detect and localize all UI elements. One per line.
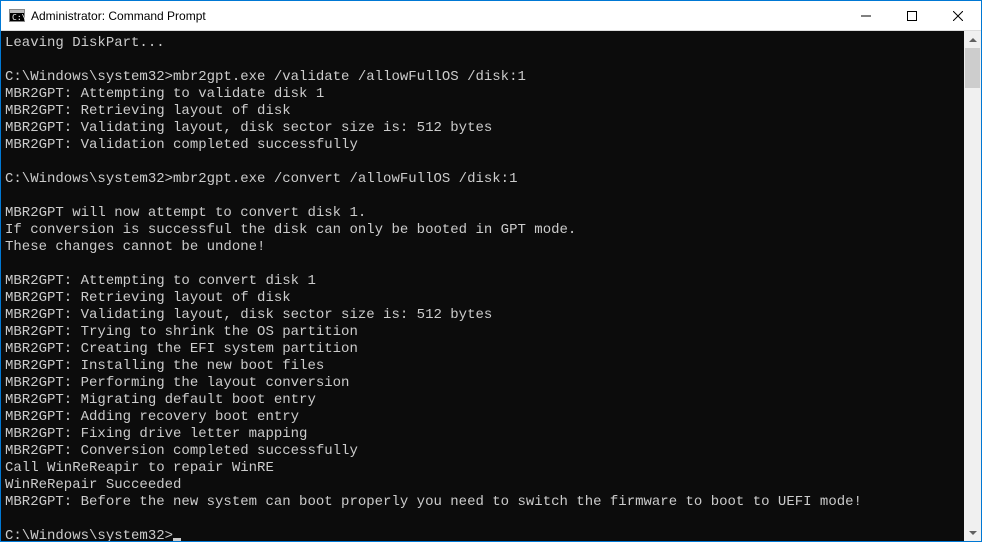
maximize-button[interactable] <box>889 1 935 30</box>
terminal-line: MBR2GPT: Adding recovery boot entry <box>5 409 964 426</box>
close-button[interactable] <box>935 1 981 30</box>
terminal-line: C:\Windows\system32>mbr2gpt.exe /validat… <box>5 69 964 86</box>
terminal-line: Leaving DiskPart... <box>5 35 964 52</box>
terminal-line <box>5 511 964 528</box>
terminal-line <box>5 154 964 171</box>
cursor-icon <box>173 538 181 541</box>
prompt-text: C:\Windows\system32> <box>5 528 173 541</box>
svg-text:C:\: C:\ <box>12 13 25 22</box>
terminal-line: MBR2GPT: Retrieving layout of disk <box>5 290 964 307</box>
window-controls <box>843 1 981 30</box>
terminal-line: Call WinReReapir to repair WinRE <box>5 460 964 477</box>
scroll-up-arrow-icon[interactable] <box>964 31 981 48</box>
cmd-icon: C:\ <box>9 8 25 24</box>
terminal-output[interactable]: Leaving DiskPart... C:\Windows\system32>… <box>1 31 964 541</box>
terminal-prompt[interactable]: C:\Windows\system32> <box>5 528 964 541</box>
terminal-line: MBR2GPT: Migrating default boot entry <box>5 392 964 409</box>
terminal-line: MBR2GPT: Attempting to convert disk 1 <box>5 273 964 290</box>
terminal-line: MBR2GPT: Validating layout, disk sector … <box>5 307 964 324</box>
scrollbar-thumb[interactable] <box>965 48 980 88</box>
window: C:\ Administrator: Command Prompt Leavin… <box>1 1 981 541</box>
terminal-line: These changes cannot be undone! <box>5 239 964 256</box>
terminal-line: MBR2GPT: Before the new system can boot … <box>5 494 964 511</box>
window-title: Administrator: Command Prompt <box>31 9 843 23</box>
scroll-down-arrow-icon[interactable] <box>964 524 981 541</box>
terminal-line: MBR2GPT: Performing the layout conversio… <box>5 375 964 392</box>
terminal-line: MBR2GPT will now attempt to convert disk… <box>5 205 964 222</box>
vertical-scrollbar[interactable] <box>964 31 981 541</box>
minimize-button[interactable] <box>843 1 889 30</box>
terminal-line: MBR2GPT: Validation completed successful… <box>5 137 964 154</box>
terminal-line <box>5 52 964 69</box>
terminal-line: MBR2GPT: Validating layout, disk sector … <box>5 120 964 137</box>
terminal-line: MBR2GPT: Trying to shrink the OS partiti… <box>5 324 964 341</box>
terminal-line: MBR2GPT: Installing the new boot files <box>5 358 964 375</box>
terminal-line: MBR2GPT: Creating the EFI system partiti… <box>5 341 964 358</box>
terminal-line <box>5 256 964 273</box>
terminal-line: MBR2GPT: Fixing drive letter mapping <box>5 426 964 443</box>
terminal-line: WinReRepair Succeeded <box>5 477 964 494</box>
terminal-line <box>5 188 964 205</box>
titlebar[interactable]: C:\ Administrator: Command Prompt <box>1 1 981 31</box>
terminal-line: If conversion is successful the disk can… <box>5 222 964 239</box>
terminal-line: C:\Windows\system32>mbr2gpt.exe /convert… <box>5 171 964 188</box>
terminal-line: MBR2GPT: Attempting to validate disk 1 <box>5 86 964 103</box>
client-area: Leaving DiskPart... C:\Windows\system32>… <box>1 31 981 541</box>
terminal-line: MBR2GPT: Conversion completed successful… <box>5 443 964 460</box>
terminal-line: MBR2GPT: Retrieving layout of disk <box>5 103 964 120</box>
